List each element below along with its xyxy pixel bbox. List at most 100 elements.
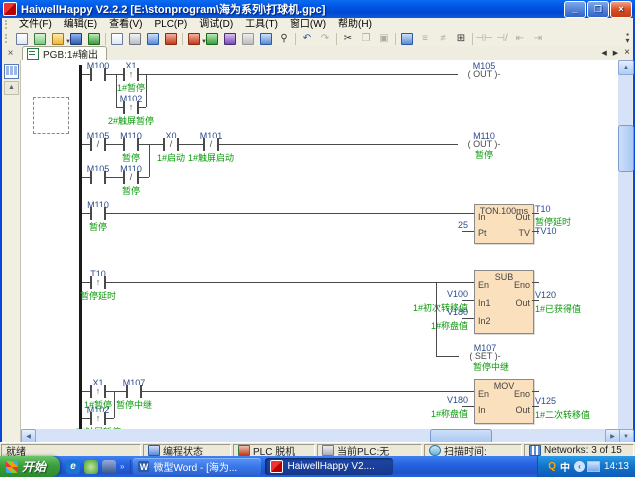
ladder-editor[interactable]: M100 X1 ↑ 1#暂停 M102 ↑ 2#触屏暂停 M105 ( OUT … [21,60,619,429]
contact-nc[interactable]: / [203,138,219,151]
coil-out[interactable]: ( OUT )- [458,69,510,79]
panel-close-icon[interactable]: × [5,48,16,59]
qq-tray-icon[interactable]: Q [548,461,556,472]
sub-block[interactable]: SUB En Eno In1 In2 Out [474,270,534,334]
vertical-scrollbar[interactable] [618,60,632,442]
minimize-button[interactable]: _ [564,1,586,18]
task-haiwell-window[interactable]: HaiwellHappy V2.... [265,458,393,475]
ton-block[interactable]: TON.100ms In Out Pt TV [474,204,534,244]
menu-file[interactable]: 文件(F) [13,18,58,31]
contact-no-button[interactable]: ⊣⊢ [476,32,492,46]
quick-launch: e » [60,460,131,474]
menu-window[interactable]: 窗口(W) [284,18,332,31]
menu-view[interactable]: 查看(V) [103,18,148,31]
ie-icon[interactable]: e [66,460,80,474]
insert-network-button[interactable]: ≡ [417,32,433,46]
menu-tools[interactable]: 工具(T) [239,18,284,31]
toolbar-overflow-button[interactable]: ▪▾ [622,32,633,46]
contact-comment: 1#暂停 [108,83,154,93]
strip-up-arrow-icon[interactable]: ▲ [4,81,19,95]
out-operand[interactable]: V125 [535,396,556,406]
coil-set[interactable]: ( SET )- [459,351,511,361]
pt-value[interactable]: 25 [368,220,468,230]
in1-operand[interactable]: V100 [368,289,468,299]
ime-tray-icon[interactable]: 中 [560,459,570,474]
find-button[interactable]: ⚲ [276,32,292,46]
undo-button[interactable]: ↶ [299,32,315,46]
vertical-scroll-thumb[interactable] [618,125,634,172]
out-operand[interactable]: T10 [535,204,551,214]
network-tray-icon[interactable] [587,461,600,472]
contact-nc-button[interactable]: ⊣/ [494,32,510,46]
contact-no[interactable] [123,138,139,151]
restore-button[interactable]: ❐ [587,1,609,18]
delete-network-button[interactable]: ≠ [435,32,451,46]
clock[interactable]: 14:13 [604,461,629,472]
title-bar[interactable]: HaiwellHappy V2.2.2 [E:\stonprogram\海为系列… [0,0,635,18]
in-operand[interactable]: V180 [368,395,468,405]
monitor-button[interactable] [258,32,274,46]
scroll-up-icon[interactable]: ▲ [618,60,634,75]
coil-out[interactable]: ( OUT )- [458,139,510,149]
shift-right-button[interactable]: ⇥ [530,32,546,46]
contact-rising[interactable]: ↑ [90,412,106,425]
open-file-button[interactable]: ▼ [50,32,66,46]
project-panel-icon[interactable] [4,64,19,79]
menu-grip [5,20,10,29]
task-word-window[interactable]: W 微型Word - [海为... [133,458,261,475]
pin-pt: Pt [478,228,487,238]
horizontal-scrollbar[interactable] [21,429,618,442]
contact-nc[interactable]: / [90,138,106,151]
tab-close-icon[interactable]: × [624,47,630,58]
check-program-button[interactable] [399,32,415,46]
contact-no[interactable] [90,171,106,184]
mov-block[interactable]: MOV En Eno In Out [474,379,534,424]
menu-plc[interactable]: PLC(P) [148,18,193,31]
save-button[interactable] [68,32,84,46]
online-button[interactable] [240,32,256,46]
contact-rising[interactable]: ↑ [123,68,139,81]
redo-button[interactable]: ↷ [317,32,333,46]
tv-operand[interactable]: TV10 [535,226,557,236]
upload-plc-button[interactable] [222,32,238,46]
compile-button[interactable]: ▼ [186,32,202,46]
menu-help[interactable]: 帮助(H) [332,18,378,31]
quicklaunch-more-icon[interactable]: » [120,462,124,471]
tab-pgb-output[interactable]: PGB:1#输出 [22,46,107,60]
tab-next-icon[interactable]: ▶ [613,49,618,57]
language-collapse-icon[interactable]: ‹ [574,461,585,472]
contact-no[interactable] [126,385,142,398]
open-project-button[interactable] [32,32,48,46]
paste-button[interactable]: ▣ [376,32,392,46]
contact-nc[interactable]: / [123,171,139,184]
print-preview-button[interactable] [109,32,125,46]
menu-debug[interactable]: 调试(D) [193,18,239,31]
cut-button[interactable]: ✂ [340,32,356,46]
out-operand[interactable]: V120 [535,290,556,300]
start-button[interactable]: 开始 [0,456,60,477]
contact-rising[interactable]: ↑ [90,385,106,398]
pin-in2: In2 [478,316,491,326]
export-button[interactable] [145,32,161,46]
print-button[interactable] [127,32,143,46]
contact-no[interactable] [90,68,106,81]
messenger-icon[interactable] [84,460,98,474]
contact-no[interactable] [90,207,106,220]
in2-operand[interactable]: V180 [368,307,468,317]
menu-edit[interactable]: 编辑(E) [58,18,103,31]
new-file-button[interactable] [14,32,30,46]
wire [532,300,539,301]
contact-rising[interactable]: ↑ [123,101,139,114]
copy-button[interactable]: ❐ [358,32,374,46]
save-all-button[interactable] [86,32,102,46]
media-player-icon[interactable] [102,460,116,474]
insert-row-button[interactable]: ⊞ [453,32,469,46]
download-plc-button[interactable] [204,32,220,46]
contact-rising[interactable]: ↑ [90,276,106,289]
contact-nc[interactable]: / [163,138,179,151]
tab-prev-icon[interactable]: ◀ [601,49,606,57]
close-button[interactable]: × [610,1,632,18]
edit-page-button[interactable] [163,32,179,46]
pin-in: In [478,212,486,222]
shift-left-button[interactable]: ⇤ [512,32,528,46]
